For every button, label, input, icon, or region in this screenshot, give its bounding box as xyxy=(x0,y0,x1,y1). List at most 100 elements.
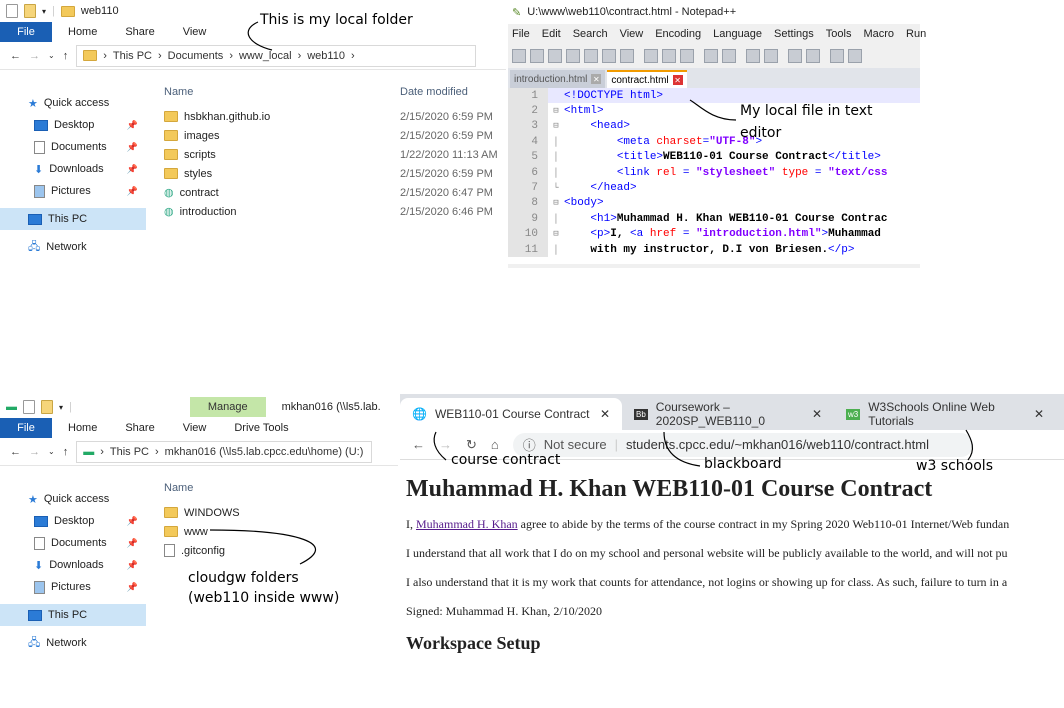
list-item[interactable]: ◍ contract 2/15/2020 6:47 PM xyxy=(164,183,498,202)
back-icon[interactable]: ← xyxy=(10,446,21,458)
list-item[interactable]: .gitconfig xyxy=(164,541,400,560)
tab-contract[interactable]: contract.html ✕ xyxy=(607,70,687,88)
nav-documents[interactable]: Documents 📌 xyxy=(0,136,146,158)
recent-icon[interactable]: ⌄ xyxy=(48,51,55,60)
menu-run[interactable]: Run xyxy=(906,28,926,40)
tab-file[interactable]: File xyxy=(0,22,52,42)
tab-share[interactable]: Share xyxy=(111,422,168,434)
col-name[interactable]: Name xyxy=(164,482,193,494)
tab-file[interactable]: File xyxy=(0,418,52,438)
nav-pictures[interactable]: Pictures 📌 xyxy=(0,576,146,598)
zoom-in-icon[interactable] xyxy=(788,49,802,63)
save-icon[interactable] xyxy=(548,49,562,63)
reload-icon[interactable]: ↻ xyxy=(466,437,477,453)
nav-downloads[interactable]: ⬇ Downloads 📌 xyxy=(0,158,146,180)
nav-network[interactable]: 🖧 Network xyxy=(0,632,146,654)
back-icon[interactable]: ← xyxy=(10,50,21,62)
up-icon[interactable]: ↑ xyxy=(63,50,69,62)
up-icon[interactable]: ↑ xyxy=(63,446,69,458)
print-icon[interactable] xyxy=(620,49,634,63)
properties-icon[interactable] xyxy=(6,4,18,18)
open-file-icon[interactable] xyxy=(530,49,544,63)
back-icon[interactable]: ← xyxy=(412,437,425,452)
tab-home[interactable]: Home xyxy=(52,422,111,434)
forward-icon[interactable]: → xyxy=(29,446,40,458)
menu-view[interactable]: View xyxy=(620,28,644,40)
nav-quick-access[interactable]: ★ Quick access xyxy=(0,488,146,510)
nav-documents[interactable]: Documents 📌 xyxy=(0,532,146,554)
menu-search[interactable]: Search xyxy=(573,28,608,40)
undo-icon[interactable] xyxy=(704,49,718,63)
home-icon[interactable]: ⌂ xyxy=(491,437,499,452)
menu-language[interactable]: Language xyxy=(713,28,762,40)
zoom-out-icon[interactable] xyxy=(806,49,820,63)
url-text[interactable]: students.cpcc.edu/~mkhan016/web110/contr… xyxy=(626,437,929,452)
menu-macro[interactable]: Macro xyxy=(863,28,894,40)
dropdown-icon[interactable]: ▾ xyxy=(59,403,63,412)
forward-icon[interactable]: → xyxy=(29,50,40,62)
nav-this-pc[interactable]: This PC xyxy=(0,604,146,626)
properties-icon[interactable] xyxy=(23,400,35,414)
save-all-icon[interactable] xyxy=(566,49,580,63)
col-date[interactable]: Date modified xyxy=(400,86,468,98)
tab-blackboard[interactable]: Bb Coursework – 2020SP_WEB110_0 ✕ xyxy=(622,398,834,430)
list-item[interactable]: WINDOWS xyxy=(164,503,400,522)
menu-settings[interactable]: Settings xyxy=(774,28,814,40)
indent-icon[interactable] xyxy=(848,49,862,63)
nav-this-pc[interactable]: This PC xyxy=(0,208,146,230)
replace-icon[interactable] xyxy=(764,49,778,63)
cut-icon[interactable] xyxy=(644,49,658,63)
crumb-this-pc[interactable]: This PC xyxy=(110,446,149,458)
crumb-home-drive[interactable]: mkhan016 (\\ls5.lab.cpcc.edu\home) (U:) xyxy=(165,446,364,458)
tab-introduction[interactable]: introduction.html ✕ xyxy=(510,70,606,88)
tab-w3schools[interactable]: w3 W3Schools Online Web Tutorials ✕ xyxy=(834,398,1056,430)
list-item[interactable]: hsbkhan.github.io 2/15/2020 6:59 PM xyxy=(164,107,498,126)
redo-icon[interactable] xyxy=(722,49,736,63)
list-item[interactable]: www xyxy=(164,522,400,541)
url-bar[interactable]: ⓘ Not secure | students.cpcc.edu/~mkhan0… xyxy=(512,432,973,457)
paste-icon[interactable] xyxy=(680,49,694,63)
close-tab-icon[interactable]: ✕ xyxy=(1034,407,1044,421)
tab-course-contract[interactable]: 🌐 WEB110-01 Course Contract ✕ xyxy=(400,398,622,430)
tab-share[interactable]: Share xyxy=(111,26,168,38)
wrap-icon[interactable] xyxy=(830,49,844,63)
new-file-icon[interactable] xyxy=(512,49,526,63)
tab-drive-tools[interactable]: Drive Tools xyxy=(220,422,302,434)
new-folder-icon[interactable] xyxy=(41,400,53,414)
forward-icon[interactable]: → xyxy=(439,437,452,452)
tab-view[interactable]: View xyxy=(169,26,221,38)
crumb-web110[interactable]: web110 xyxy=(307,50,345,62)
nav-desktop[interactable]: Desktop 📌 xyxy=(0,510,146,532)
new-folder-icon[interactable] xyxy=(24,4,36,18)
breadcrumb[interactable]: › This PC › Documents › www_local › web110 › xyxy=(76,44,477,67)
list-item[interactable]: styles 2/15/2020 6:59 PM xyxy=(164,164,498,183)
menu-encoding[interactable]: Encoding xyxy=(655,28,701,40)
crumb-documents[interactable]: Documents xyxy=(168,50,224,62)
tab-home[interactable]: Home xyxy=(52,26,111,38)
menu-file[interactable]: File xyxy=(512,28,530,40)
list-item[interactable]: ◍ introduction 2/15/2020 6:46 PM xyxy=(164,202,498,221)
col-name[interactable]: Name xyxy=(164,86,400,98)
list-item[interactable]: scripts 1/22/2020 11:13 AM xyxy=(164,145,498,164)
copy-icon[interactable] xyxy=(662,49,676,63)
close-tab-icon[interactable]: ✕ xyxy=(672,75,683,85)
intro-link[interactable]: Muhammad H. Khan xyxy=(416,517,518,531)
menu-edit[interactable]: Edit xyxy=(542,28,561,40)
crumb-this-pc[interactable]: This PC xyxy=(113,50,152,62)
close-tab-icon[interactable]: ✕ xyxy=(600,407,610,421)
nav-downloads[interactable]: ⬇ Downloads 📌 xyxy=(0,554,146,576)
nav-network[interactable]: 🖧 Network xyxy=(0,236,146,258)
nav-desktop[interactable]: Desktop 📌 xyxy=(0,114,146,136)
close-all-icon[interactable] xyxy=(602,49,616,63)
menu-tools[interactable]: Tools xyxy=(826,28,852,40)
close-icon[interactable] xyxy=(584,49,598,63)
crumb-www-local[interactable]: www_local xyxy=(239,50,292,62)
find-icon[interactable] xyxy=(746,49,760,63)
manage-tab[interactable]: Manage xyxy=(189,397,266,417)
list-item[interactable]: images 2/15/2020 6:59 PM xyxy=(164,126,498,145)
breadcrumb[interactable]: ▬ › This PC › mkhan016 (\\ls5.lab.cpcc.edu… xyxy=(76,440,373,463)
tab-view[interactable]: View xyxy=(169,422,221,434)
dropdown-icon[interactable]: ▾ xyxy=(42,7,46,16)
nav-quick-access[interactable]: ★ Quick access xyxy=(0,92,146,114)
close-tab-icon[interactable]: ✕ xyxy=(812,407,822,421)
